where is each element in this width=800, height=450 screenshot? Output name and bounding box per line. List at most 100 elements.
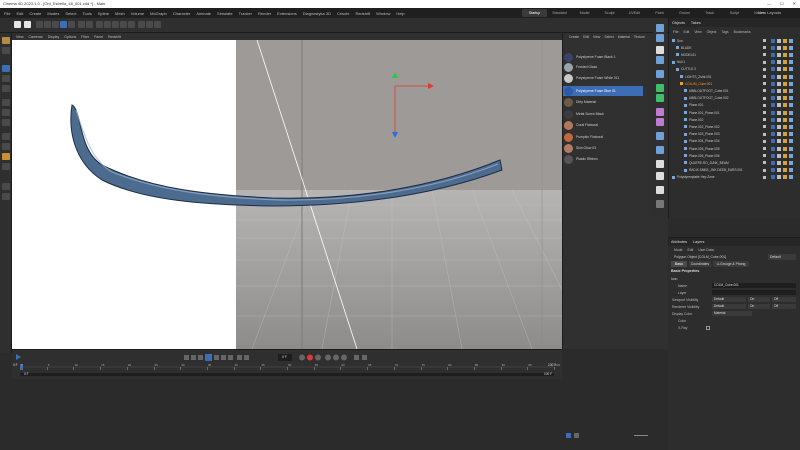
layout-startup[interactable]: Startup bbox=[522, 9, 547, 17]
cube-icon[interactable] bbox=[96, 21, 103, 28]
menu-edit[interactable]: Edit bbox=[16, 11, 23, 16]
pen-icon[interactable] bbox=[104, 21, 111, 28]
visibility-dot-icon[interactable] bbox=[763, 39, 766, 42]
viewport-visibility-on[interactable]: On bbox=[748, 297, 770, 302]
object-tag-icon[interactable] bbox=[789, 146, 793, 151]
material-item-selected[interactable]: Polystyrene Foam Blue 01 bbox=[563, 86, 643, 96]
gizmo-x-arrow[interactable] bbox=[428, 83, 434, 89]
object-row[interactable]: QUATRE.RO_JUNK_BEAM bbox=[669, 160, 800, 165]
environment-icon[interactable] bbox=[656, 172, 664, 180]
material-item[interactable]: Polystyrene Foam White 011 bbox=[563, 73, 643, 83]
object-tag-icon[interactable] bbox=[789, 88, 793, 93]
menu-mesh[interactable]: Mesh bbox=[115, 11, 125, 16]
menu-spline[interactable]: Spline bbox=[98, 11, 109, 16]
icon-section[interactable]: Icon bbox=[671, 277, 677, 281]
object-tag-icon[interactable] bbox=[789, 38, 793, 43]
object-tag-icon[interactable] bbox=[783, 117, 787, 122]
object-tag-icon[interactable] bbox=[777, 52, 781, 57]
menu-extensions[interactable]: Extensions bbox=[277, 11, 297, 16]
object-tag-icon[interactable] bbox=[777, 88, 781, 93]
edges-mode-icon[interactable] bbox=[2, 109, 10, 116]
menu-mograph[interactable]: MoGraph bbox=[150, 11, 167, 16]
soft-selection-icon[interactable] bbox=[2, 183, 10, 190]
object-tag-icon[interactable] bbox=[777, 60, 781, 65]
tab-layers[interactable]: Layers bbox=[693, 240, 704, 244]
object-row[interactable]: Plane.001 bbox=[669, 103, 800, 108]
generator-icon[interactable] bbox=[656, 70, 664, 78]
xray-checkbox[interactable] bbox=[706, 326, 710, 330]
render-view-icon[interactable] bbox=[78, 21, 85, 28]
close-icon[interactable]: ✕ bbox=[793, 0, 796, 8]
object-tag-icon[interactable] bbox=[771, 117, 775, 122]
mat-menu-texture[interactable]: Texture bbox=[634, 35, 645, 39]
object-row[interactable]: LIGHTS_Zsfrk.001 bbox=[669, 74, 800, 79]
object-tag-icon[interactable] bbox=[789, 81, 793, 86]
object-tag-icon[interactable] bbox=[777, 96, 781, 101]
object-row[interactable]: Plane.006_Plane.006 bbox=[669, 153, 800, 158]
tab-attributes[interactable]: Attributes bbox=[671, 240, 687, 244]
object-tag-icon[interactable] bbox=[789, 139, 793, 144]
object-tag-icon[interactable] bbox=[771, 139, 775, 144]
workplane-icon[interactable] bbox=[2, 153, 10, 160]
camera-icon[interactable] bbox=[146, 21, 153, 28]
object-tag-icon[interactable] bbox=[777, 146, 781, 151]
mograph-icon[interactable] bbox=[656, 84, 664, 92]
object-tag-icon[interactable] bbox=[771, 110, 775, 115]
visibility-dot-icon[interactable] bbox=[763, 147, 766, 150]
attr-tab-basic[interactable]: Basic bbox=[671, 261, 687, 267]
object-row[interactable]: Plane.005_Plane.005 bbox=[669, 146, 800, 151]
object-row[interactable]: COLUM_Cube.001 bbox=[669, 81, 800, 86]
object-tag-icon[interactable] bbox=[777, 38, 781, 43]
object-row[interactable]: UBBLOUTFOOT_Cube.001 bbox=[669, 88, 800, 93]
object-tag-icon[interactable] bbox=[783, 45, 787, 50]
floor-icon[interactable] bbox=[138, 21, 145, 28]
undo-icon[interactable] bbox=[14, 21, 21, 28]
visibility-dot-icon[interactable] bbox=[763, 60, 766, 64]
menu-volume[interactable]: Volume bbox=[131, 11, 144, 16]
name-field[interactable]: COLM_Cube.001 bbox=[712, 283, 796, 288]
rotate-tool-icon[interactable] bbox=[2, 85, 10, 92]
object-tag-icon[interactable] bbox=[771, 74, 775, 79]
visibility-dot-icon[interactable] bbox=[763, 46, 766, 50]
mat-menu-select[interactable]: Select bbox=[604, 35, 613, 39]
effector-icon[interactable] bbox=[656, 94, 664, 102]
knife-tool-icon[interactable] bbox=[2, 133, 10, 140]
live-selection-icon[interactable] bbox=[36, 21, 43, 28]
object-tag-icon[interactable] bbox=[771, 175, 775, 180]
object-tag-icon[interactable] bbox=[789, 103, 793, 108]
object-row[interactable]: UBBLOUTFOOT_Cube.002 bbox=[669, 96, 800, 101]
visibility-dot-icon[interactable] bbox=[763, 111, 766, 114]
light-object-icon[interactable] bbox=[656, 160, 664, 168]
object-row[interactable]: Sun bbox=[669, 38, 800, 43]
object-row[interactable]: RADIX.SMKE_JNK.DEEB_EARS.001 bbox=[669, 168, 800, 173]
object-tag-icon[interactable] bbox=[789, 110, 793, 115]
scene-icon[interactable] bbox=[656, 132, 664, 140]
axis-y-icon[interactable] bbox=[52, 21, 59, 28]
object-row[interactable]: CUTTLE.2 bbox=[669, 67, 800, 72]
square-icon[interactable] bbox=[656, 46, 664, 54]
tab-takes[interactable]: Takes bbox=[691, 21, 701, 25]
object-tag-icon[interactable] bbox=[771, 67, 775, 72]
material-item[interactable]: Frosted Glass bbox=[563, 62, 643, 72]
object-tag-icon[interactable] bbox=[771, 38, 775, 43]
tag-icon[interactable] bbox=[656, 186, 664, 194]
axis-x-icon[interactable] bbox=[44, 21, 51, 28]
grid-icon[interactable] bbox=[574, 433, 579, 438]
object-tag-icon[interactable] bbox=[789, 60, 793, 65]
object-tag-icon[interactable] bbox=[783, 153, 787, 158]
object-tag-icon[interactable] bbox=[771, 88, 775, 93]
visibility-dot-icon[interactable] bbox=[763, 175, 766, 179]
coordinate-system-icon[interactable] bbox=[68, 21, 75, 28]
menu-tools[interactable]: Tools bbox=[83, 11, 92, 16]
material-item[interactable]: Pumpkin Flatcoral bbox=[563, 132, 643, 142]
object-tag-icon[interactable] bbox=[789, 153, 793, 158]
object-tag-icon[interactable] bbox=[771, 52, 775, 57]
object-tag-icon[interactable] bbox=[783, 160, 787, 165]
visibility-dot-icon[interactable] bbox=[763, 139, 766, 143]
obj-menu-bookmarks[interactable]: Bookmarks bbox=[734, 30, 751, 34]
object-row[interactable]: MODEL01 bbox=[669, 52, 800, 57]
attr-tab-coordinates[interactable]: Coordinates bbox=[689, 261, 711, 267]
layout-groom[interactable]: Groom bbox=[672, 11, 697, 15]
object-tag-icon[interactable] bbox=[789, 132, 793, 137]
visibility-dot-icon[interactable] bbox=[763, 161, 766, 165]
